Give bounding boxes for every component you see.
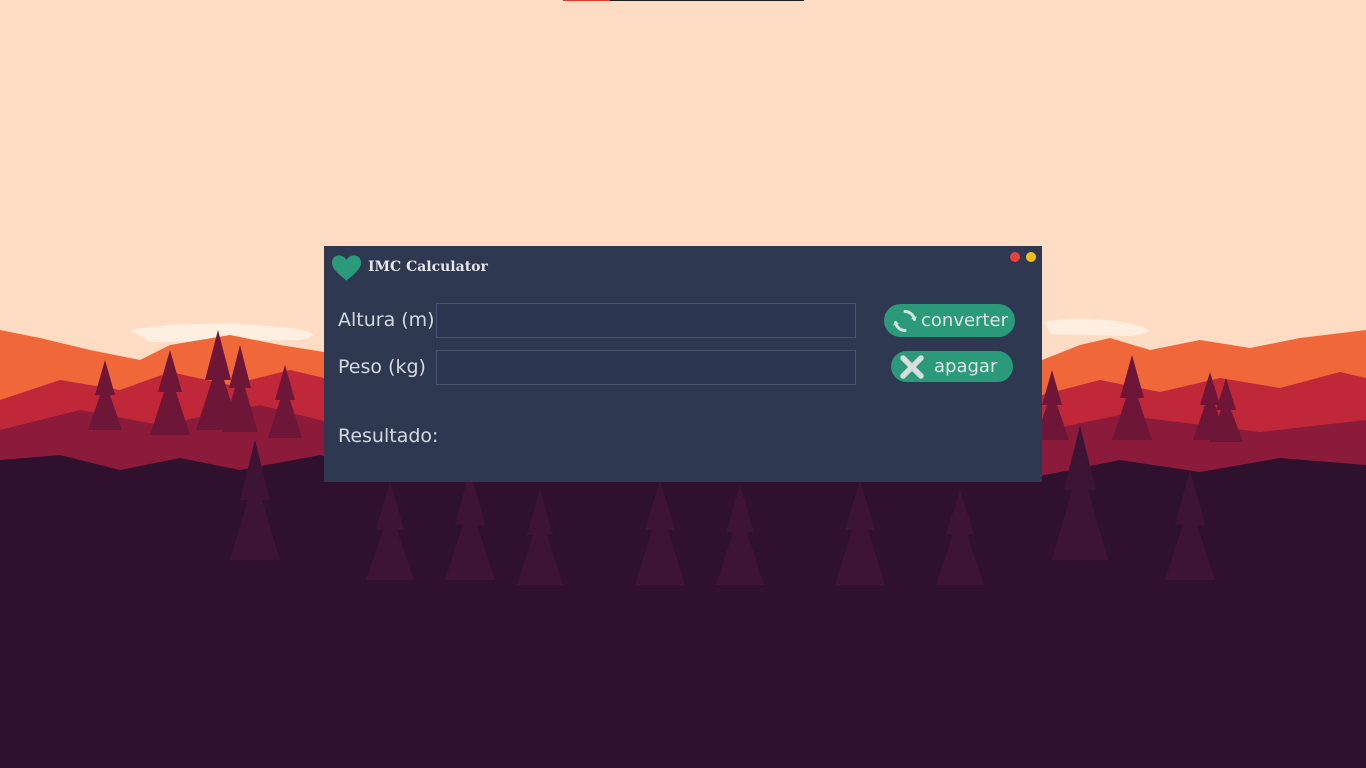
clear-button[interactable]: apagar	[891, 351, 1013, 382]
refresh-icon	[889, 308, 921, 334]
window-minimize-button[interactable]	[1026, 252, 1036, 262]
top-edge-bar-accent	[563, 0, 610, 1]
convert-button-label: converter	[921, 310, 1008, 331]
height-label: Altura (m)	[338, 309, 435, 331]
weight-input[interactable]	[436, 350, 856, 385]
close-icon	[897, 354, 927, 380]
weight-label: Peso (kg)	[338, 356, 426, 378]
desktop: IMC Calculator Altura (m) Peso (kg) conv…	[0, 0, 1366, 768]
window-title: IMC Calculator	[368, 259, 488, 275]
height-input[interactable]	[436, 303, 856, 338]
window-close-button[interactable]	[1010, 252, 1020, 262]
result-label: Resultado:	[338, 425, 439, 447]
convert-button[interactable]: converter	[884, 304, 1015, 337]
clear-button-label: apagar	[934, 356, 998, 377]
heart-icon	[331, 255, 362, 281]
